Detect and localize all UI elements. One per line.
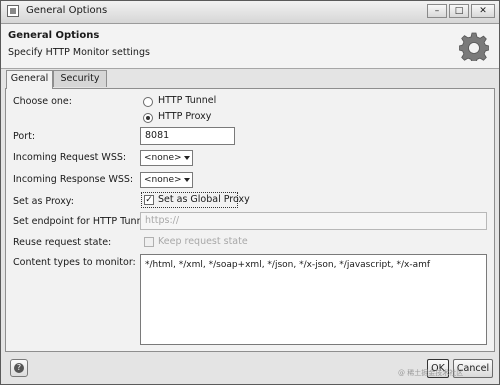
content-types-textarea[interactable]: */html, */xml, */soap+xml, */json, */x-j… [140,254,487,345]
checkmark-icon: ✓ [145,195,153,205]
http-proxy-label[interactable]: HTTP Proxy [158,111,211,122]
gear-icon [459,32,489,61]
watermark: @ 稀土掘金技术社区 [398,369,464,377]
app-icon [7,5,19,17]
incoming-response-wss-label: Incoming Response WSS: [13,174,134,185]
minimize-button[interactable]: – [427,4,447,18]
header-title: General Options [8,30,100,41]
http-proxy-radio[interactable] [143,113,153,123]
set-as-global-proxy-checkbox[interactable]: ✓ [144,195,154,205]
general-tab-panel: Choose one: HTTP Tunnel HTTP Proxy Port:… [5,88,495,352]
http-tunnel-label[interactable]: HTTP Tunnel [158,95,216,106]
incoming-request-wss-select[interactable]: <none> [140,150,193,166]
window-title: General Options [26,5,108,16]
title-bar[interactable]: General Options – □ ✕ [1,1,499,24]
help-button[interactable]: ? [10,359,28,377]
set-as-proxy-label: Set as Proxy: [13,196,74,207]
dialog-window: General Options – □ ✕ General Options Sp… [0,0,500,385]
tab-security[interactable]: Security [53,70,107,87]
dialog-header: General Options Specify HTTP Monitor set… [1,24,499,69]
maximize-button[interactable]: □ [449,4,469,18]
close-icon: ✕ [479,6,487,16]
chevron-down-icon [184,178,190,182]
port-label: Port: [13,131,36,142]
incoming-request-wss-value: <none> [144,153,182,163]
port-input[interactable]: 8081 [140,127,235,145]
minimize-icon: – [434,6,440,16]
http-tunnel-radio[interactable] [143,97,153,107]
close-button[interactable]: ✕ [471,4,495,18]
keep-request-state-label[interactable]: Keep request state [158,236,248,247]
endpoint-input[interactable]: https:// [140,212,487,230]
reuse-request-state-label: Reuse request state: [13,237,112,248]
keep-request-state-checkbox[interactable] [144,237,154,247]
choose-one-label: Choose one: [13,96,72,107]
incoming-response-wss-value: <none> [144,175,182,185]
content-types-label: Content types to monitor: [13,257,136,268]
tab-general[interactable]: General [6,70,53,89]
help-icon: ? [14,363,24,373]
header-subtitle: Specify HTTP Monitor settings [8,47,150,58]
chevron-down-icon [184,156,190,160]
set-as-global-proxy-label[interactable]: Set as Global Proxy [158,194,250,205]
endpoint-label: Set endpoint for HTTP Tunnel: [13,216,155,227]
maximize-icon: □ [454,6,464,16]
incoming-request-wss-label: Incoming Request WSS: [13,152,127,163]
incoming-response-wss-select[interactable]: <none> [140,172,193,188]
